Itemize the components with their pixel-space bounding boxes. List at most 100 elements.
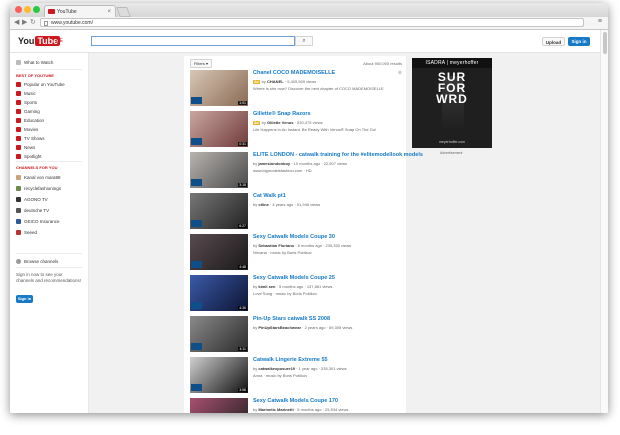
video-thumbnail[interactable]: 1:01 bbox=[190, 70, 248, 106]
channel-link[interactable]: catwalkexposure19 bbox=[258, 366, 295, 371]
video-title-link[interactable]: Sexy Catwalk Models Coupe 170 bbox=[253, 398, 338, 404]
upload-button[interactable]: Upload bbox=[542, 37, 565, 46]
guide-item-best-of[interactable]: Spotlight bbox=[16, 153, 42, 160]
channel-link[interactable]: Gillette Venus bbox=[267, 120, 293, 125]
video-meta: by ctline · 4 years ago · 91,946 views bbox=[253, 202, 321, 207]
video-thumbnail[interactable]: 6:27 bbox=[190, 193, 248, 229]
video-duration: 0:31 bbox=[238, 142, 247, 146]
guide-item-label: TV Shows bbox=[24, 136, 45, 141]
video-title-link[interactable]: ELITE LONDON - catwalk training for the … bbox=[253, 152, 423, 158]
video-description: www.bigmodelsfashion.com · HD bbox=[253, 168, 312, 173]
channel-link[interactable]: ctline bbox=[258, 202, 268, 207]
guide-item-what-to-watch[interactable]: What to Watch bbox=[16, 59, 53, 66]
guide-item-label: Movies bbox=[24, 127, 39, 132]
video-result[interactable]: 6:27 Cat Walk pt1 by ctline · 4 years ago … bbox=[190, 193, 404, 233]
channel-link[interactable]: PinUpStarsBeachwear bbox=[258, 325, 301, 330]
page-scrollbar[interactable] bbox=[600, 30, 608, 413]
guide-item-browse-channels[interactable]: Browse channels bbox=[16, 258, 58, 265]
close-window-button[interactable] bbox=[15, 6, 22, 13]
reload-icon[interactable]: ↻ bbox=[30, 18, 36, 28]
video-title-link[interactable]: Catwalk Lingerie Extreme 55 bbox=[253, 357, 328, 363]
results-count: About 900,000 results bbox=[363, 61, 402, 66]
new-tab-button[interactable] bbox=[116, 7, 131, 17]
video-title-link[interactable]: Sexy Catwalk Models Coupe 25 bbox=[253, 275, 335, 281]
guide-item-best-of[interactable]: News bbox=[16, 144, 35, 151]
video-meta: Ad by Gillette Venus · 530,475 views bbox=[253, 120, 323, 125]
video-thumbnail[interactable]: 3:58 bbox=[190, 357, 248, 393]
guide-item-best-of[interactable]: Education bbox=[16, 117, 44, 124]
guide-item-channel[interactable]: AGONO TV bbox=[16, 196, 48, 203]
channel-watermark-icon bbox=[191, 343, 202, 350]
guide-item-best-of[interactable]: TV Shows bbox=[16, 135, 45, 142]
video-meta: by Sebastian Floriano · 8 months ago · 2… bbox=[253, 243, 352, 248]
video-duration: 1:01 bbox=[238, 101, 247, 105]
video-result[interactable]: 0:31 Gillette® Snap Razors Ad by Gillette V… bbox=[190, 111, 404, 151]
ad-headline-line3: WRD bbox=[436, 92, 468, 106]
guide-item-label: Spotlight bbox=[24, 154, 42, 159]
forward-icon[interactable]: ▶ bbox=[22, 18, 27, 28]
video-title-link[interactable]: Gillette® Snap Razors bbox=[253, 111, 311, 117]
channel-link[interactable]: Marinetic Marinetti bbox=[258, 407, 293, 412]
guide-item-best-of[interactable]: Gaming bbox=[16, 108, 40, 115]
guide-item-best-of[interactable]: Sports bbox=[16, 99, 37, 106]
scrollbar-thumb[interactable] bbox=[603, 32, 607, 54]
video-thumbnail[interactable]: 3:15 bbox=[190, 152, 248, 188]
video-title-link[interactable]: Cat Walk pt1 bbox=[253, 193, 286, 199]
guide-item-label: GEICO Insurance bbox=[24, 219, 60, 224]
signin-button[interactable]: Sign in bbox=[568, 37, 590, 46]
advertisement-banner[interactable]: ISADRA | meyerhoffer SUR FOR WRD meyerho… bbox=[412, 58, 492, 148]
guide-item-best-of[interactable]: Popular on YouTube bbox=[16, 81, 65, 88]
guide-item-channel[interactable]: GEICO Insurance bbox=[16, 218, 60, 225]
video-duration: 4:48 bbox=[238, 265, 247, 269]
video-thumbnail[interactable]: 4:36 bbox=[190, 275, 248, 311]
video-result[interactable]: 1:01 Chanel COCO MADEMOISELLE Ad by CHANEL … bbox=[190, 70, 404, 110]
guide-item-channel[interactable]: deutsche TV bbox=[16, 207, 49, 214]
guide-signin-button[interactable]: Sign in bbox=[16, 295, 33, 303]
channel-link[interactable]: Sebastian Floriano bbox=[258, 243, 294, 248]
video-stats: · 4 years ago · 91,946 views bbox=[268, 202, 321, 207]
category-icon bbox=[16, 118, 21, 123]
address-bar[interactable]: www.youtube.com/ bbox=[40, 18, 584, 27]
video-result[interactable]: 3:15 ELITE LONDON - catwalk training for … bbox=[190, 152, 423, 192]
guide-item-channel[interactable]: Seeed bbox=[16, 229, 37, 236]
ad-info-icon[interactable]: ⊗ bbox=[398, 70, 402, 76]
guide-item-best-of[interactable]: Movies bbox=[16, 126, 38, 133]
browser-menu-icon[interactable]: ≡ bbox=[598, 18, 602, 25]
video-result[interactable]: 4:48 Sexy Catwalk Models Coupe 30 by Sebas… bbox=[190, 234, 404, 274]
video-title-link[interactable]: Sexy Catwalk Models Coupe 30 bbox=[253, 234, 335, 240]
guide-item-channel[interactable]: Kanal von mara98 bbox=[16, 174, 61, 181]
video-thumbnail[interactable]: 4:11 bbox=[190, 316, 248, 352]
guide-item-channel[interactable]: recyclefashionings bbox=[16, 185, 61, 192]
minimize-window-button[interactable] bbox=[24, 6, 31, 13]
guide-heading-channels: CHANNELS FOR YOU bbox=[16, 165, 58, 170]
maximize-window-button[interactable] bbox=[33, 6, 40, 13]
video-title-link[interactable]: Chanel COCO MADEMOISELLE bbox=[253, 70, 335, 76]
video-result[interactable]: 3:58 Catwalk Lingerie Extreme 55 by catwal… bbox=[190, 357, 404, 397]
video-result[interactable]: 4:11 Pin-Up Stars catwalk SS 2008 by PinUp… bbox=[190, 316, 404, 356]
url-text: www.youtube.com/ bbox=[51, 20, 93, 26]
video-thumbnail[interactable]: 0:31 bbox=[190, 111, 248, 147]
channel-avatar-icon bbox=[16, 230, 21, 235]
filters-button[interactable]: Filters ▾ bbox=[190, 59, 212, 68]
video-thumbnail[interactable]: 4:48 bbox=[190, 234, 248, 270]
video-result[interactable]: 4:36 Sexy Catwalk Models Coupe 25 by kimli… bbox=[190, 275, 404, 315]
search-button[interactable]: ⌕ bbox=[295, 36, 313, 46]
channel-link[interactable]: jameslondonboy bbox=[258, 161, 290, 166]
guide-item-best-of[interactable]: Music bbox=[16, 90, 36, 97]
plus-circle-icon bbox=[16, 259, 21, 264]
channel-link[interactable]: CHANEL bbox=[267, 79, 284, 84]
back-icon[interactable]: ◀ bbox=[14, 18, 19, 28]
youtube-logo[interactable]: You Tube bbox=[18, 36, 61, 46]
search-input[interactable] bbox=[91, 36, 295, 46]
video-result[interactable]: 3:40 Sexy Catwalk Models Coupe 170 by Mari… bbox=[190, 398, 404, 413]
video-duration: 3:15 bbox=[238, 183, 247, 187]
category-icon bbox=[16, 82, 21, 87]
channel-link[interactable]: kimli sen bbox=[258, 284, 275, 289]
video-thumbnail[interactable]: 3:40 bbox=[190, 398, 248, 413]
browser-tab[interactable]: YouTube × bbox=[44, 5, 116, 17]
video-title-link[interactable]: Pin-Up Stars catwalk SS 2008 bbox=[253, 316, 330, 322]
video-stats: · 10 months ago · 22,507 views bbox=[290, 161, 348, 166]
guide-item-label: Seeed bbox=[24, 230, 38, 235]
guide-item-label: Gaming bbox=[24, 109, 40, 114]
video-meta: by kimli sen · 5 months ago · 137,861 vi… bbox=[253, 284, 333, 289]
